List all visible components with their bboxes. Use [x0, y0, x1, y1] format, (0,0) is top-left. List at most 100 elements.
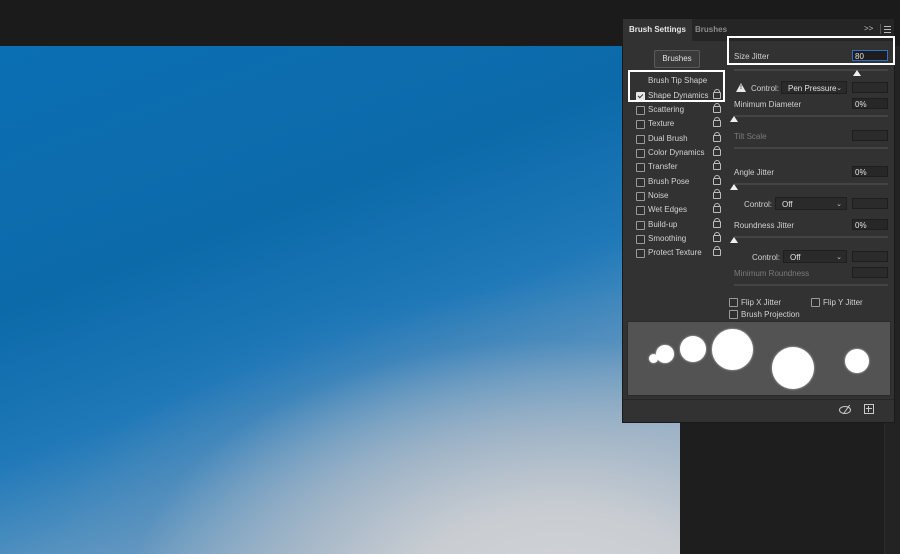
tab-brush-settings[interactable]: Brush Settings	[623, 19, 692, 41]
min-diameter-input[interactable]: 0%	[852, 98, 888, 109]
tilt-scale-slider	[734, 147, 888, 149]
min-roundness-slider	[734, 284, 888, 286]
list-item-brush-pose[interactable]: Brush Pose	[629, 175, 725, 189]
flip-x-label: Flip X Jitter	[741, 298, 782, 307]
lock-icon[interactable]	[713, 117, 721, 127]
lock-icon[interactable]	[713, 232, 721, 242]
list-item-label: Smoothing	[648, 234, 687, 243]
list-item-protect-texture[interactable]: Protect Texture	[629, 246, 725, 260]
min-diameter-slider-thumb[interactable]	[730, 116, 738, 122]
lock-icon[interactable]	[713, 160, 721, 170]
flip-x-checkbox[interactable]	[729, 298, 738, 307]
angle-jitter-slider-thumb[interactable]	[730, 184, 738, 190]
list-item-scattering[interactable]: Scattering	[629, 103, 725, 117]
brush-projection-checkbox[interactable]	[729, 310, 738, 319]
size-jitter-slider-thumb[interactable]	[853, 70, 862, 76]
angle-jitter-label: Angle Jitter	[734, 168, 775, 177]
checkbox[interactable]	[636, 221, 645, 230]
roundness-jitter-slider-thumb[interactable]	[730, 237, 738, 243]
angle-jitter-slider[interactable]	[734, 183, 888, 185]
list-item-texture[interactable]: Texture	[629, 117, 725, 131]
size-control-value: Pen Pressure	[788, 84, 837, 93]
list-item-label: Build-up	[648, 220, 678, 229]
list-item-label: Transfer	[648, 162, 678, 171]
checkbox[interactable]	[636, 135, 645, 144]
list-item-label: Wet Edges	[648, 205, 687, 214]
tilt-scale-input	[852, 130, 888, 141]
checkbox[interactable]	[636, 235, 645, 244]
preview-dab	[656, 345, 674, 363]
highlight-box-shape-dynamics	[628, 70, 725, 102]
roundness-jitter-input[interactable]: 0%	[852, 219, 888, 230]
list-item-label: Color Dynamics	[648, 148, 705, 157]
list-item-wet-edges[interactable]: Wet Edges	[629, 203, 725, 217]
angle-jitter-input[interactable]: 0%	[852, 166, 888, 177]
checkbox[interactable]	[636, 249, 645, 258]
chevron-down-icon: ⌄	[836, 254, 842, 261]
min-diameter-label: Minimum Diameter	[734, 100, 802, 109]
lock-icon[interactable]	[713, 203, 721, 213]
list-item-label: Protect Texture	[648, 248, 702, 257]
flip-y-label: Flip Y Jitter	[823, 298, 863, 307]
brush-stroke-preview	[627, 321, 891, 396]
new-brush-icon[interactable]	[864, 404, 874, 414]
angle-control-select[interactable]: Off ⌄	[775, 197, 847, 210]
checkbox[interactable]	[636, 178, 645, 187]
size-jitter-slider[interactable]	[734, 69, 888, 71]
brushes-button[interactable]: Brushes	[654, 50, 700, 68]
lock-icon[interactable]	[713, 175, 721, 185]
list-item-color-dynamics[interactable]: Color Dynamics	[629, 146, 725, 160]
list-item-label: Noise	[648, 191, 669, 200]
collapse-panel-icon[interactable]: >>	[864, 24, 873, 33]
chevron-down-icon: ⌄	[836, 201, 842, 208]
chevron-down-icon: ⌄	[836, 85, 842, 92]
preview-dab	[845, 349, 869, 373]
preview-dab	[712, 329, 753, 370]
size-control-label: Control:	[751, 84, 780, 93]
roundness-control-fade-input[interactable]	[852, 251, 888, 262]
size-control-fade-input[interactable]	[852, 82, 888, 93]
panel-footer	[623, 399, 894, 422]
roundness-control-label: Control:	[752, 253, 781, 262]
lock-icon[interactable]	[713, 246, 721, 256]
checkbox[interactable]	[636, 192, 645, 201]
checkbox[interactable]	[636, 163, 645, 172]
preview-dab	[680, 336, 706, 362]
list-item-label: Scattering	[648, 105, 685, 114]
roundness-jitter-label: Roundness Jitter	[734, 221, 795, 230]
angle-control-value: Off	[782, 200, 793, 209]
roundness-control-select[interactable]: Off ⌄	[783, 250, 847, 263]
list-item-label: Texture	[648, 119, 675, 128]
highlight-box-size-jitter	[727, 36, 895, 65]
list-item-smoothing[interactable]: Smoothing	[629, 232, 725, 246]
lock-icon[interactable]	[713, 132, 721, 142]
checkbox[interactable]	[636, 206, 645, 215]
list-item-noise[interactable]: Noise	[629, 189, 725, 203]
lock-icon[interactable]	[713, 103, 721, 113]
roundness-jitter-slider[interactable]	[734, 236, 888, 238]
size-control-select[interactable]: Pen Pressure ⌄	[781, 81, 847, 94]
list-item-transfer[interactable]: Transfer	[629, 160, 725, 174]
flip-y-checkbox[interactable]	[811, 298, 820, 307]
roundness-control-value: Off	[790, 253, 801, 262]
checkbox[interactable]	[636, 106, 645, 115]
checkbox[interactable]	[636, 120, 645, 129]
checkbox[interactable]	[636, 149, 645, 158]
document-canvas[interactable]	[0, 46, 680, 554]
angle-control-label: Control:	[744, 200, 773, 209]
lock-icon[interactable]	[713, 189, 721, 199]
preview-dab	[772, 347, 814, 389]
lock-icon[interactable]	[713, 218, 721, 228]
lock-icon[interactable]	[713, 146, 721, 156]
list-item-label: Brush Pose	[648, 177, 690, 186]
list-item-dual-brush[interactable]: Dual Brush	[629, 132, 725, 146]
tilt-scale-label: Tilt Scale	[734, 132, 767, 141]
panel-menu-icon[interactable]	[880, 24, 894, 34]
list-item-build-up[interactable]: Build-up	[629, 218, 725, 232]
toggle-live-tip-preview-icon[interactable]	[839, 406, 851, 414]
angle-control-fade-input[interactable]	[852, 198, 888, 209]
min-roundness-input	[852, 267, 888, 278]
list-item-label: Dual Brush	[648, 134, 688, 143]
min-diameter-slider[interactable]	[734, 115, 888, 117]
brush-projection-label: Brush Projection	[741, 310, 800, 319]
